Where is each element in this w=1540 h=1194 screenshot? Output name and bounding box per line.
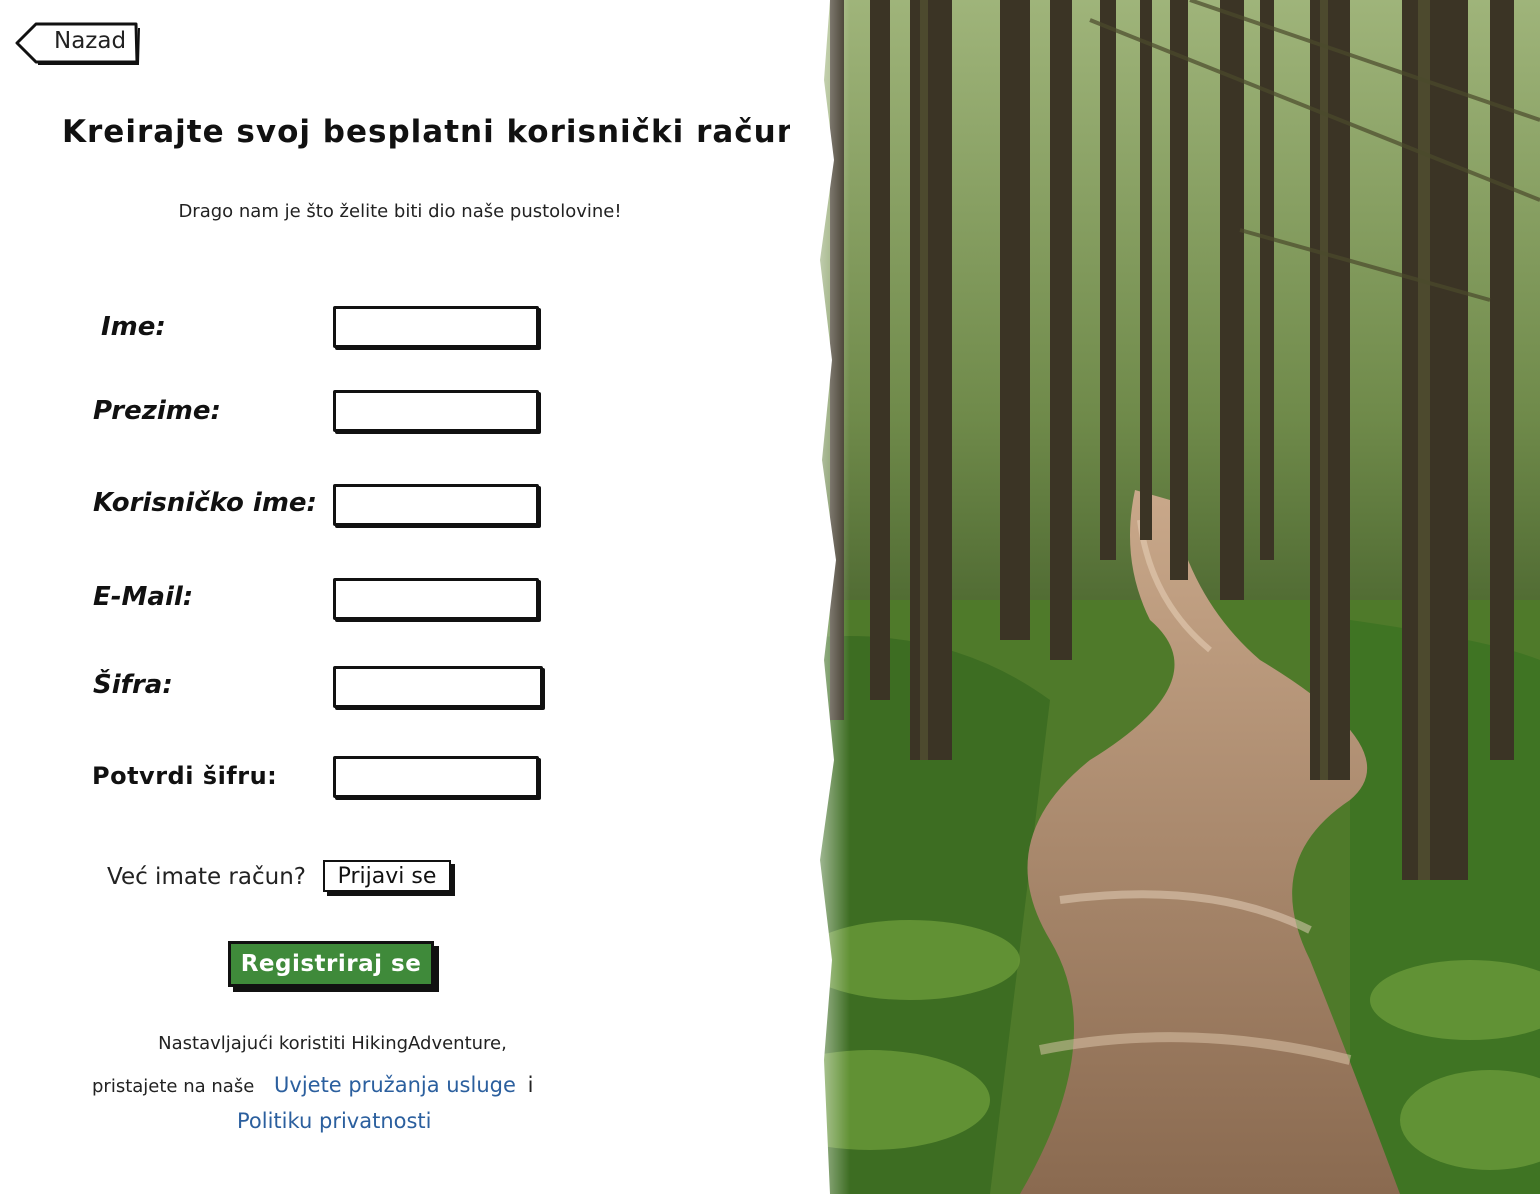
- login-prompt-text: Već imate račun?: [107, 864, 306, 890]
- email-input[interactable]: [333, 578, 539, 620]
- terms-prefix: pristajete na naše: [92, 1076, 255, 1097]
- first-name-label: Ime:: [101, 312, 166, 342]
- back-button[interactable]: Nazad: [14, 20, 140, 66]
- username-input[interactable]: [333, 484, 539, 526]
- page-subtitle: Drago nam je što želite biti dio naše pu…: [178, 201, 622, 222]
- email-label: E-Mail:: [93, 582, 194, 612]
- login-button[interactable]: Prijavi se: [323, 860, 451, 892]
- privacy-policy-link[interactable]: Politiku privatnosti: [237, 1109, 432, 1133]
- password-label: Šifra:: [93, 670, 173, 700]
- register-button[interactable]: Registriraj se: [228, 941, 434, 987]
- last-name-input[interactable]: [333, 390, 539, 432]
- terms-text-line2: pristajete na naše Uvjete pružanja uslug…: [92, 1073, 533, 1097]
- page-title: Kreirajte svoj besplatni korisnički raču…: [62, 114, 800, 150]
- password-input[interactable]: [333, 666, 543, 708]
- terms-conjunction: i: [527, 1073, 534, 1097]
- registration-panel: Nazad Kreirajte svoj besplatni korisničk…: [0, 0, 800, 1194]
- confirm-password-input[interactable]: [333, 756, 539, 798]
- username-label: Korisničko ime:: [93, 488, 317, 518]
- back-button-label: Nazad: [54, 28, 127, 54]
- terms-text-line1: Nastavljajući koristiti HikingAdventure,: [158, 1033, 507, 1054]
- last-name-label: Prezime:: [93, 396, 221, 426]
- forest-path-image: [790, 0, 1540, 1194]
- first-name-input[interactable]: [333, 306, 539, 348]
- terms-of-service-link[interactable]: Uvjete pružanja usluge: [274, 1073, 516, 1097]
- confirm-password-label: Potvrdi šifru:: [92, 762, 278, 790]
